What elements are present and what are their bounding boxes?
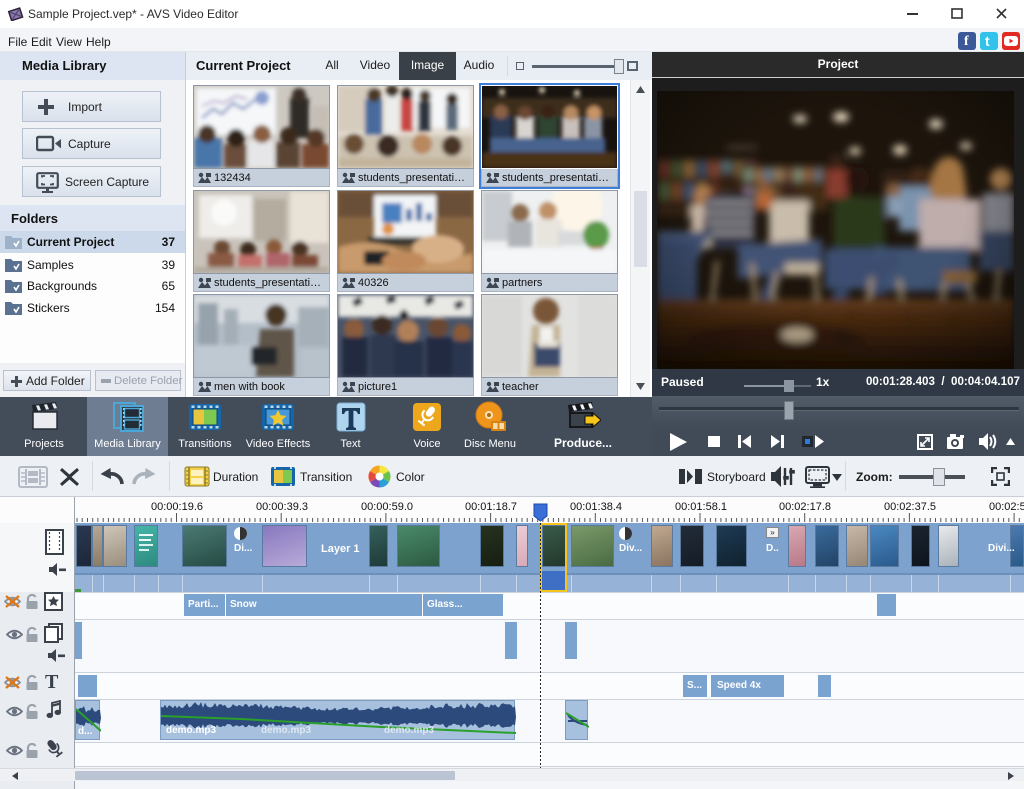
svg-text:00:00:39.3: 00:00:39.3 (256, 501, 308, 513)
svg-text:00:02:57.2: 00:02:57.2 (989, 501, 1024, 513)
svg-text:00:01:38.4: 00:01:38.4 (570, 501, 622, 513)
svg-text:00:02:17.8: 00:02:17.8 (779, 501, 831, 513)
svg-text:00:01:58.1: 00:01:58.1 (675, 501, 727, 513)
svg-text:00:01:18.7: 00:01:18.7 (465, 501, 517, 513)
svg-text:00:02:37.5: 00:02:37.5 (884, 501, 936, 513)
svg-text:00:00:59.0: 00:00:59.0 (361, 501, 413, 513)
svg-text:00:00:19.6: 00:00:19.6 (151, 501, 203, 513)
